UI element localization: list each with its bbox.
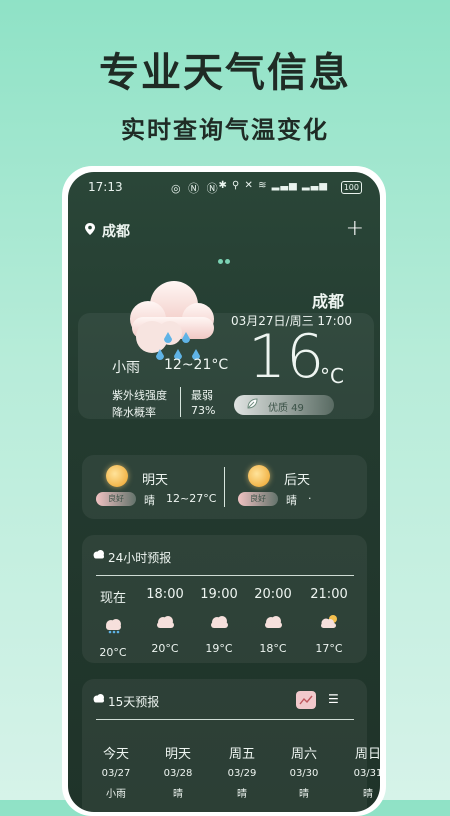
hourly-item: 20:00 18°C — [248, 587, 298, 655]
daily-title: 15天预报 — [108, 695, 160, 709]
aqi-badge[interactable]: 优质 49 — [234, 395, 334, 415]
forecast-day: 明天 — [142, 473, 169, 488]
daily-day: 周五 — [228, 747, 255, 762]
daily-item: 周五 03/29 晴 — [218, 743, 266, 800]
daily-forecast-card: 15天预报 ☰ 今天 03/27 小雨 明天 03/28 晴 周五 03/29 … — [82, 679, 380, 812]
divider — [180, 387, 181, 417]
forecast-temp: 12~27°C — [166, 492, 217, 505]
daily-weather: 晴 — [237, 789, 247, 800]
uv-value: 最弱 — [191, 389, 213, 402]
daily-weather: 晴 — [173, 789, 183, 800]
hour-temp: 19°C — [205, 642, 233, 655]
daily-weather: 小雨 — [106, 789, 126, 800]
forecast-day-after[interactable]: 后天 良好 晴 · — [224, 455, 364, 519]
signal-icons: ✱ ⚲ ✕ ≋ ▂▃▅ ▂▃▅ — [218, 180, 328, 191]
daily-item: 周六 03/30 晴 — [280, 743, 328, 800]
list-view-button[interactable]: ☰ — [328, 693, 342, 705]
hourly-item: 现在 20°C — [88, 587, 138, 659]
cloud-icon — [265, 616, 282, 628]
rain-value: 73% — [191, 404, 216, 417]
daily-item: 明天 03/28 晴 — [154, 743, 202, 800]
rain-label: 降水概率 — [112, 406, 156, 419]
daily-date: 03/29 — [227, 768, 257, 779]
forecast-day: 后天 — [284, 473, 311, 488]
daily-day: 周日 — [354, 747, 380, 762]
chart-icon — [299, 695, 313, 705]
location-header: 成都 + — [84, 216, 364, 242]
cloud-icon — [211, 616, 228, 628]
daily-day: 明天 — [164, 747, 191, 762]
daily-item: 周日 03/31 晴 — [344, 743, 380, 800]
quality-badge: 良好 — [238, 492, 278, 506]
promo-title: 专业天气信息 — [99, 50, 351, 96]
cloud-icon — [93, 694, 104, 703]
current-city: 成都 — [312, 292, 345, 311]
forecast-tomorrow[interactable]: 明天 良好 晴 12~27°C — [82, 455, 222, 519]
location-name[interactable]: 成都 — [102, 221, 130, 241]
two-day-forecast-card[interactable]: 明天 良好 晴 12~27°C 后天 良好 晴 · — [82, 455, 367, 519]
sun-icon — [106, 465, 128, 487]
hourly-forecast-card: 24小时预报 现在 20°C 18:00 20°C 19:00 19°C 20:… — [82, 535, 367, 663]
hour-temp: 18°C — [259, 642, 287, 655]
aqi-text: 优质 49 — [268, 403, 304, 414]
quality-badge: 良好 — [96, 492, 136, 506]
leaf-icon — [247, 398, 258, 409]
hourly-item: 18:00 20°C — [140, 587, 190, 655]
cloud-icon — [93, 550, 104, 559]
hour-time: 20:00 — [254, 587, 292, 602]
daily-date: 03/31 — [353, 768, 380, 779]
forecast-weather: 晴 — [286, 494, 297, 507]
page-indicator — [218, 249, 232, 268]
sun-icon — [248, 465, 270, 487]
location-pin-icon — [85, 223, 95, 235]
forecast-temp: · — [308, 492, 312, 505]
chart-view-button[interactable] — [296, 691, 316, 709]
daily-date: 03/28 — [163, 768, 193, 779]
temperature-unit: °C — [320, 364, 344, 388]
daily-date: 03/30 — [289, 768, 319, 779]
current-condition: 小雨 — [112, 360, 140, 376]
cloud-icon — [157, 616, 174, 628]
hour-time: 18:00 — [146, 587, 184, 602]
hour-temp: 20°C — [151, 642, 179, 655]
status-time: 17:13 — [88, 180, 123, 194]
daily-item: 今天 03/27 小雨 — [92, 743, 140, 800]
promo-subtitle: 实时查询气温变化 — [121, 116, 329, 144]
hourly-title: 24小时预报 — [108, 551, 172, 565]
hour-temp: 20°C — [99, 646, 127, 659]
rain-cloud-icon — [130, 281, 214, 360]
notification-icons: ◎ Ⓝ Ⓝ — [171, 182, 220, 195]
hourly-item: 19:00 19°C — [194, 587, 244, 655]
uv-label: 紫外线强度 — [112, 389, 167, 402]
status-bar: 17:13 ◎ Ⓝ Ⓝ ✱ ⚲ ✕ ≋ ▂▃▅ ▂▃▅ 100 — [68, 178, 380, 200]
hour-time: 现在 — [99, 591, 126, 606]
battery-icon: 100 — [340, 181, 362, 194]
partly-cloudy-icon — [321, 615, 337, 628]
daily-date: 03/27 — [101, 768, 131, 779]
daily-weather: 晴 — [363, 789, 373, 800]
hourly-item: 21:00 17°C — [304, 587, 354, 655]
current-temperature: 16 — [248, 322, 325, 392]
current-range: 12~21°C — [164, 357, 229, 373]
rain-cloud-icon — [106, 619, 121, 634]
hour-temp: 17°C — [315, 642, 343, 655]
divider — [96, 719, 354, 720]
forecast-weather: 晴 — [144, 494, 155, 507]
divider — [96, 575, 354, 576]
daily-day: 周六 — [290, 747, 317, 762]
add-city-button[interactable]: + — [346, 216, 364, 241]
phone-screen: 17:13 ◎ Ⓝ Ⓝ ✱ ⚲ ✕ ≋ ▂▃▅ ▂▃▅ 100 成都 + 成都 … — [68, 172, 380, 812]
daily-day: 今天 — [102, 747, 129, 762]
daily-weather: 晴 — [299, 789, 309, 800]
hour-time: 19:00 — [200, 587, 238, 602]
hour-time: 21:00 — [310, 587, 348, 602]
